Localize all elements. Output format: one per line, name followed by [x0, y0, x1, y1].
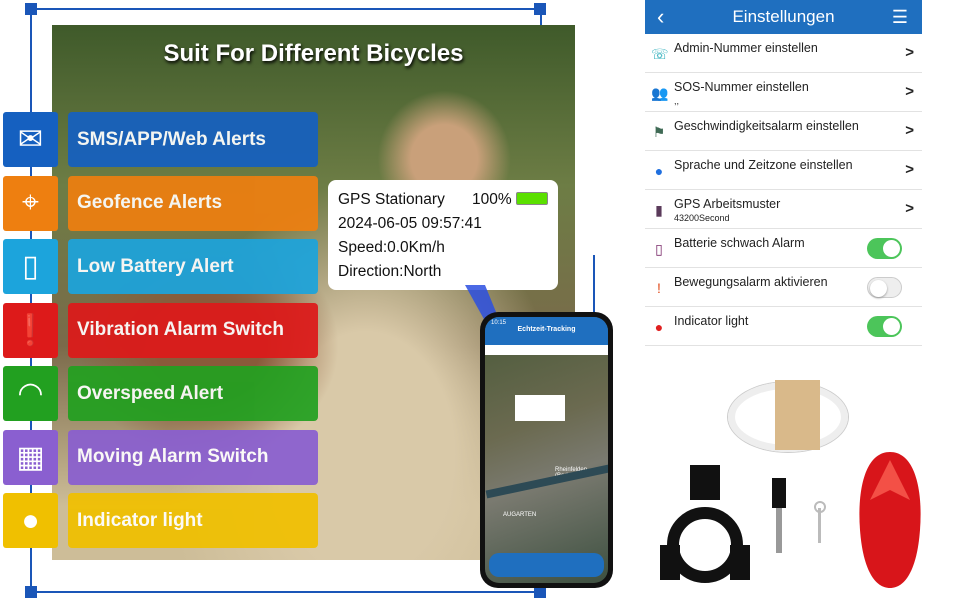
- feature-text: Indicator light: [77, 509, 203, 531]
- row-label: Bewegungsalarm aktivieren: [674, 275, 828, 289]
- feature-label: Geofence Alerts: [68, 175, 318, 231]
- chevron-right-icon: >: [905, 44, 914, 61]
- feature-text: Low Battery Alert: [77, 255, 234, 277]
- settings-row[interactable]: ! Bewegungsalarm aktivieren: [645, 268, 922, 307]
- frame-corner: [25, 586, 37, 598]
- settings-row[interactable]: ▮ GPS Arbeitsmuster 43200Second >: [645, 190, 922, 229]
- feature-label: SMS/APP/Web Alerts: [68, 112, 318, 167]
- settings-title: Einstellungen: [732, 7, 835, 26]
- row-sublabel: 43200Second: [674, 213, 730, 223]
- app-header: 10:15 Echtzeit-Tracking: [485, 317, 608, 345]
- feature-label: Overspeed Alert: [68, 366, 318, 421]
- frame-line: [30, 8, 540, 10]
- row-label: GPS Arbeitsmuster: [674, 197, 781, 211]
- toggle-switch[interactable]: [867, 238, 902, 259]
- location-pin-icon: ⌖: [3, 175, 58, 231]
- menu-icon[interactable]: ☰: [892, 7, 908, 28]
- gps-tracker-device: [859, 452, 921, 588]
- feature-label: Low Battery Alert: [68, 239, 318, 294]
- envelope-icon: ✉: [3, 112, 58, 167]
- frame-line: [30, 591, 545, 593]
- settings-row[interactable]: ● Indicator light: [645, 307, 922, 346]
- phone-icon: ☏: [651, 46, 669, 62]
- row-label: Sprache und Zeitzone einstellen: [674, 158, 853, 172]
- people-icon: 👥: [651, 85, 669, 101]
- bottom-nav[interactable]: [489, 553, 604, 577]
- row-label: Batterie schwach Alarm: [674, 236, 805, 250]
- row-label: SOS-Nummer einstellen: [674, 80, 809, 94]
- settings-header: ‹ Einstellungen ☰: [645, 0, 922, 34]
- feature-text: Overspeed Alert: [77, 382, 224, 404]
- feature-text: Moving Alarm Switch: [77, 446, 269, 467]
- map-route-icon: ▦: [3, 429, 58, 485]
- feature-label: Moving Alarm Switch: [68, 429, 318, 485]
- toggle-switch[interactable]: [867, 277, 902, 298]
- feature-text: Vibration Alarm Switch: [77, 319, 284, 340]
- settings-row[interactable]: ● Sprache und Zeitzone einstellen >: [645, 151, 922, 190]
- frame-corner: [534, 3, 546, 15]
- phone-battery-icon: ▯: [655, 241, 663, 257]
- chevron-right-icon: >: [905, 161, 914, 178]
- chevron-right-icon: >: [905, 83, 914, 100]
- row-label: Geschwindigkeitsalarm einstellen: [674, 119, 859, 133]
- siren-icon: ●: [654, 319, 664, 335]
- address-bar: [485, 345, 608, 355]
- feature-text: Geofence Alerts: [77, 192, 223, 213]
- toggle-switch[interactable]: [867, 316, 902, 337]
- map-popup: [515, 395, 565, 421]
- siren-icon: ●: [3, 493, 58, 548]
- river: [485, 463, 608, 499]
- page-title: Suit For Different Bicycles: [163, 40, 464, 67]
- feature-text: SMS/APP/Web Alerts: [77, 128, 266, 150]
- battery-icon: [516, 192, 548, 205]
- bike-mount: [660, 465, 826, 583]
- speedometer-icon: ◠: [3, 366, 58, 421]
- back-icon[interactable]: ‹: [657, 4, 664, 30]
- direction: Direction:North: [338, 263, 442, 280]
- settings-row[interactable]: ⚑ Geschwindigkeitsalarm einstellen >: [645, 112, 922, 151]
- frame-line: [593, 255, 595, 315]
- alert-pin-icon: !: [657, 280, 661, 296]
- app-title: Echtzeit-Tracking: [517, 326, 576, 333]
- feature-label: Indicator light: [68, 493, 318, 548]
- battery-percent: 100%: [472, 191, 512, 208]
- phone-mockup: 10:15 Echtzeit-Tracking AUGARTEN Rheinfe…: [480, 312, 613, 588]
- alert-pin-icon: ❗: [3, 302, 58, 358]
- settings-row[interactable]: 👥 SOS-Nummer einstellen ,, >: [645, 73, 922, 112]
- chevron-right-icon: >: [905, 122, 914, 139]
- map-label: AUGARTEN: [503, 512, 537, 518]
- speed: Speed:0.0Km/h: [338, 239, 445, 256]
- flag-icon: ⚑: [652, 124, 666, 140]
- settings-panel: ‹ Einstellungen ☰ ☏ Admin-Nummer einstel…: [645, 0, 922, 346]
- datetime: 2024-06-05 09:57:41: [338, 215, 482, 232]
- row-label: Admin-Nummer einstellen: [674, 41, 818, 55]
- battery-icon: ▯: [3, 239, 58, 294]
- chevron-right-icon: >: [905, 200, 914, 217]
- feature-label: Vibration Alarm Switch: [68, 302, 318, 358]
- gps-status-callout: GPS Stationary 100% 2024-06-05 09:57:41 S…: [328, 180, 558, 290]
- row-label: Indicator light: [674, 314, 749, 328]
- settings-row[interactable]: ☏ Admin-Nummer einstellen >: [645, 34, 922, 73]
- frame-corner: [25, 3, 37, 15]
- status-text: GPS Stationary: [338, 191, 445, 208]
- mouse-icon: ▮: [655, 202, 663, 218]
- settings-row[interactable]: ▯ Batterie schwach Alarm: [645, 229, 922, 268]
- row-sublabel: ,,: [674, 96, 680, 106]
- globe-icon: ●: [654, 163, 664, 179]
- cable-label: [775, 380, 820, 450]
